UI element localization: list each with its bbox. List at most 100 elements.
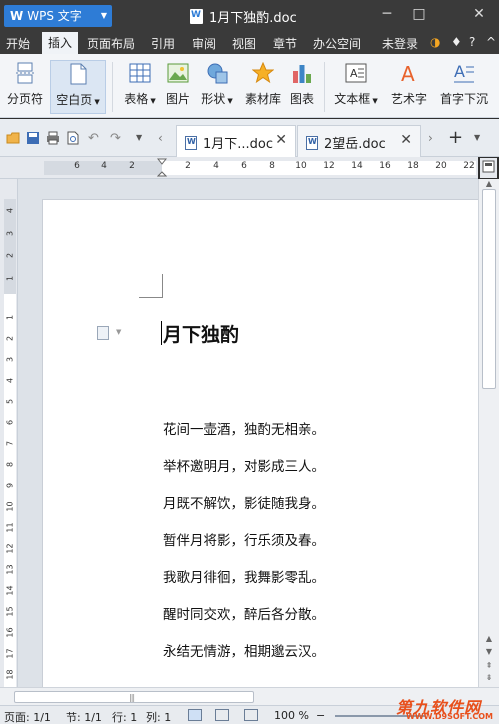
vertical-scrollbar[interactable]: ▲ ▲ ▼ ⇞ ⇟ [478, 179, 499, 687]
login-link[interactable]: 未登录 [382, 35, 418, 52]
minimize-icon[interactable]: ─ [376, 6, 398, 22]
watermark-logo: 第九软件网 WWW.D9SOFT.COM [396, 694, 499, 724]
vertical-ruler[interactable]: 4 3 2 1 1 2 3 4 5 6 7 8 9 10 11 12 13 14… [0, 179, 18, 687]
chart-button[interactable]: 图表 [287, 60, 317, 114]
save-icon[interactable] [26, 131, 40, 145]
collapse-ribbon-icon[interactable]: ^ [486, 35, 496, 49]
open-folder-icon[interactable] [6, 131, 20, 145]
dropcap-button[interactable]: A 首字下沉 [435, 60, 493, 114]
ruler-tick: 16 [5, 627, 15, 638]
menu-bar: 开始 插入 页面布局 引用 审阅 视图 章节 办公空间 未登录 ◑ ♦ ? ^ [0, 32, 499, 54]
customize-toolbar-icon[interactable]: ▼ [136, 133, 150, 147]
skin-icon[interactable]: ◑ [430, 35, 440, 49]
poem-line[interactable]: 暂伴月将影，行乐须及春。 [163, 529, 325, 549]
poem-title[interactable]: 月下独酌 [163, 320, 239, 347]
page-view-icon[interactable] [188, 709, 202, 721]
web-view-icon[interactable] [244, 709, 258, 721]
fullscreen-view-icon[interactable] [215, 709, 229, 721]
table-button[interactable]: 表格 ▼ [117, 60, 163, 114]
status-section[interactable]: 节: 1/1 [66, 709, 102, 724]
new-tab-icon[interactable]: + [448, 127, 463, 148]
tab-scroll-right-icon[interactable]: › [428, 131, 442, 145]
tab-list-icon[interactable]: ▼ [474, 133, 488, 147]
menu-review[interactable]: 审阅 [192, 35, 216, 52]
textbox-button[interactable]: A 文本框 ▼ [330, 60, 382, 114]
menu-insert[interactable]: 插入 [42, 32, 79, 54]
indent-marker[interactable] [156, 158, 168, 181]
zoom-out-icon[interactable]: − [316, 709, 325, 722]
tab-scroll-left-icon[interactable]: ‹ [158, 131, 172, 145]
paragraph-options-icon[interactable] [97, 326, 109, 340]
menu-view[interactable]: 视图 [232, 35, 256, 52]
menu-page-layout[interactable]: 页面布局 [87, 35, 135, 52]
vertical-scroll-thumb[interactable] [482, 189, 496, 389]
poem-line[interactable]: 花间一壶酒，独酌无相亲。 [163, 418, 325, 438]
ruler-tick: 2 [129, 161, 135, 171]
menu-office-space[interactable]: 办公空间 [313, 35, 361, 52]
zoom-level[interactable]: 100 % [274, 709, 309, 722]
tab-document-2[interactable]: 2望岳.doc ✕ [297, 125, 421, 157]
undo-icon[interactable]: ↶ [88, 131, 102, 146]
maximize-icon[interactable]: □ [408, 6, 430, 22]
poem-line[interactable]: 永结无情游，相期邈云汉。 [163, 640, 325, 660]
ribbon: 分页符 空白页 ▼ 表格 ▼ 图片 形状 ▼ 素材库 图表 A 文本框 ▼ A … [0, 54, 499, 118]
menu-home[interactable]: 开始 [6, 35, 30, 52]
close-icon[interactable]: ✕ [468, 6, 490, 22]
ruler-tick: 16 [379, 161, 391, 171]
ruler-tick: 4 [5, 207, 15, 214]
wps-menu-label: WPS 文字 [27, 9, 82, 23]
help-icon[interactable]: ? [469, 35, 475, 49]
dropcap-label: 首字下沉 [439, 92, 488, 106]
page-up-icon[interactable]: ⇞ [482, 661, 496, 671]
page-break-button[interactable]: 分页符 [3, 60, 47, 114]
ruler-tick: 3 [5, 230, 15, 237]
horizontal-ruler[interactable]: 6 4 2 2 4 6 8 10 12 14 16 18 20 22 [0, 157, 478, 179]
wps-menu-button[interactable]: W WPS 文字 ▼ [4, 5, 112, 27]
material-library-button[interactable]: 素材库 [243, 60, 283, 114]
scroll-down-icon[interactable]: ▼ [482, 647, 496, 657]
menu-references[interactable]: 引用 [151, 35, 175, 52]
document-canvas: ▼ 月下独酌 花间一壶酒，独酌无相亲。 举杯邀明月，对影成三人。 月既不解饮，影… [18, 179, 478, 687]
ruler-tick: 2 [185, 161, 191, 171]
page-down-icon[interactable]: ⇟ [482, 673, 496, 683]
ruler-toggle-icon[interactable] [480, 158, 497, 178]
ruler-tick: 6 [241, 161, 247, 171]
status-page[interactable]: 页面: 1/1 [4, 709, 51, 724]
close-tab-icon[interactable]: ✕ [275, 132, 287, 148]
picture-button[interactable]: 图片 [163, 60, 193, 114]
ruler-tick: 10 [295, 161, 307, 171]
shirt-icon[interactable]: ♦ [451, 35, 462, 49]
ribbon-divider [112, 62, 113, 112]
wordart-icon: A [398, 62, 420, 86]
word-doc-icon [306, 136, 318, 150]
wordart-button[interactable]: A 艺术字 [387, 60, 431, 114]
chart-label: 图表 [289, 92, 314, 106]
tab-document-1[interactable]: 1月下...doc ✕ [176, 125, 296, 157]
poem-line[interactable]: 我歌月徘徊，我舞影零乱。 [163, 566, 325, 586]
chevron-down-icon: ▼ [225, 97, 233, 105]
wordart-label: 艺术字 [390, 92, 427, 106]
scroll-up-icon[interactable]: ▲ [482, 179, 496, 189]
ruler-tick: 14 [5, 585, 15, 596]
ruler-tick: 10 [5, 501, 15, 512]
poem-line[interactable]: 醒时同交欢，醉后各分散。 [163, 603, 325, 623]
horizontal-scroll-thumb[interactable]: ||| [14, 691, 254, 703]
redo-icon[interactable]: ↷ [110, 131, 124, 146]
close-tab-icon[interactable]: ✕ [400, 132, 412, 148]
poem-line[interactable]: 举杯邀明月，对影成三人。 [163, 455, 325, 475]
svg-text:A: A [454, 62, 465, 81]
chevron-down-icon: ▼ [370, 97, 378, 105]
print-icon[interactable] [46, 131, 60, 145]
shape-button[interactable]: 形状 ▼ [197, 60, 237, 114]
scroll-up-icon[interactable]: ▲ [482, 634, 496, 644]
ruler-tick: 4 [101, 161, 107, 171]
print-preview-icon[interactable] [66, 131, 80, 145]
ruler-tick: 4 [5, 377, 15, 384]
tab-label: 1月下...doc [203, 137, 274, 152]
ruler-tick: 11 [5, 522, 15, 533]
ruler-tick: 22 [463, 161, 475, 171]
menu-chapter[interactable]: 章节 [273, 35, 297, 52]
document-page[interactable]: ▼ 月下独酌 花间一壶酒，独酌无相亲。 举杯邀明月，对影成三人。 月既不解饮，影… [42, 199, 478, 687]
blank-page-button[interactable]: 空白页 ▼ [50, 60, 106, 114]
poem-line[interactable]: 月既不解饮，影徒随我身。 [163, 492, 325, 512]
